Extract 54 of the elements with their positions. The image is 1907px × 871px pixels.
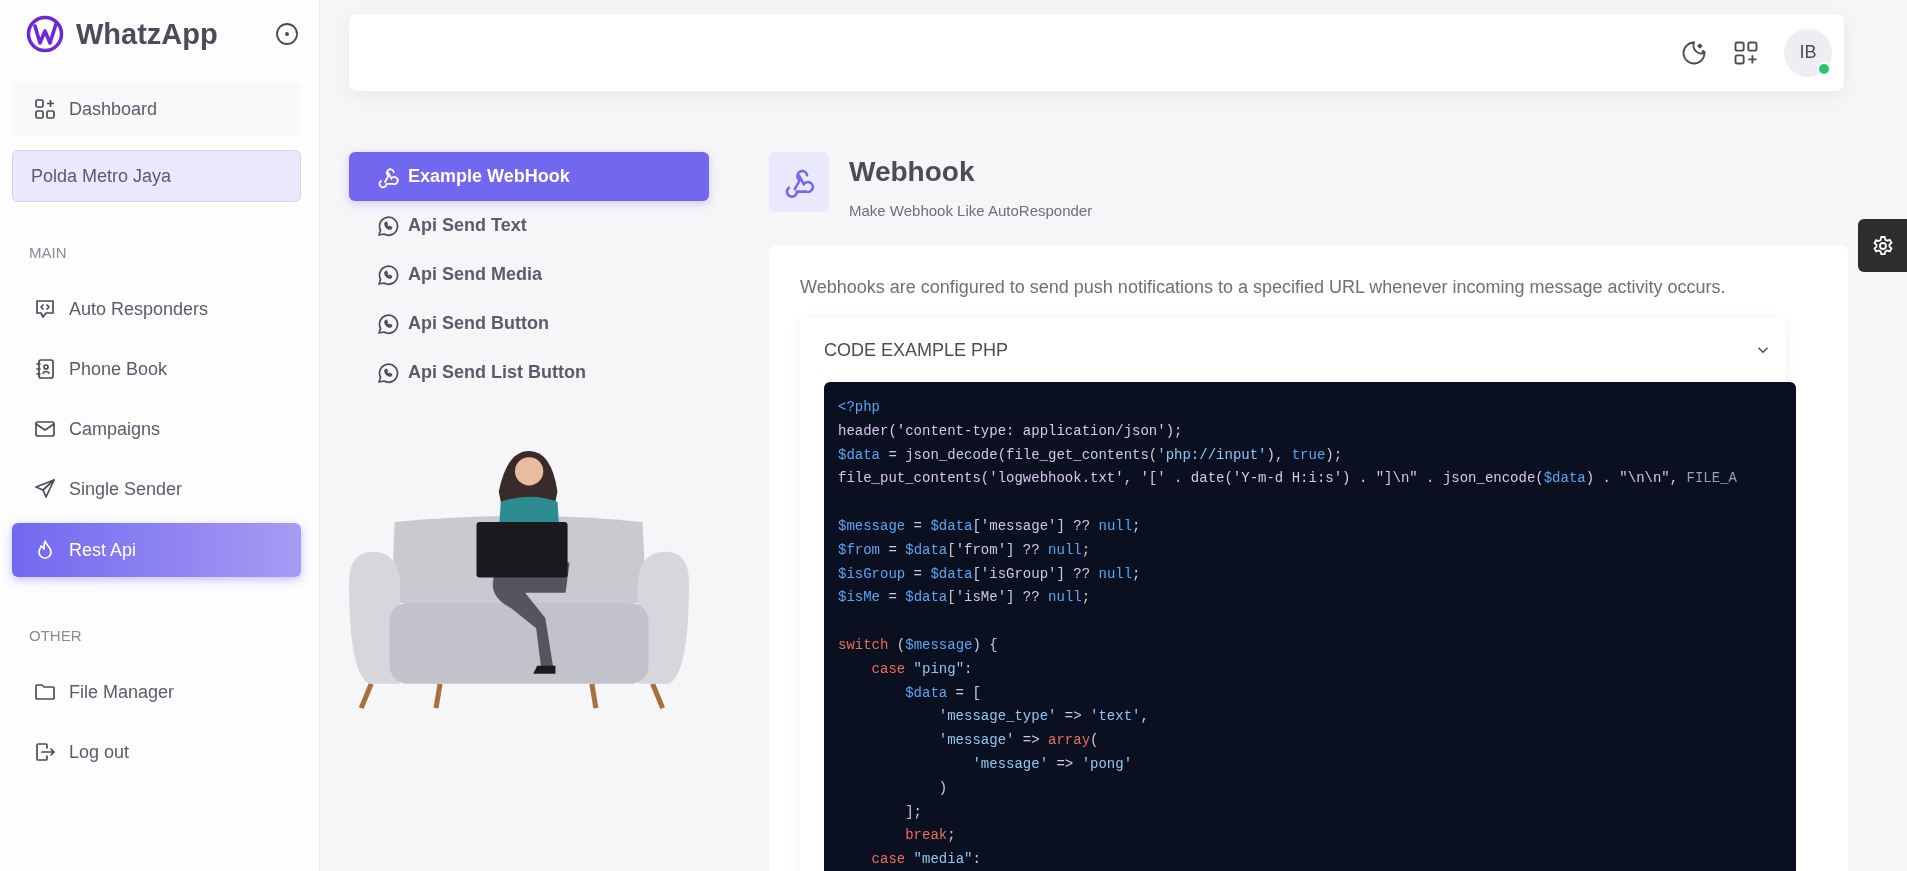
logout-icon bbox=[33, 740, 57, 764]
code-line: $message = $data['message'] ?? null; bbox=[838, 517, 1142, 536]
api-menu-item[interactable]: Api Send Button bbox=[349, 299, 709, 348]
description-text: Webhooks are configured to send push notifications to a specified URL whenever incoming message activity occurs. bbox=[800, 277, 1727, 298]
api-menu-item[interactable]: Api Send List Button bbox=[349, 348, 709, 397]
code-line: ) bbox=[937, 778, 949, 798]
api-menu-item[interactable]: Example WebHook bbox=[349, 152, 709, 201]
device-selector[interactable]: Polda Metro Jaya bbox=[12, 150, 301, 202]
api-menu-item[interactable]: Api Send Text bbox=[349, 201, 709, 250]
brand-name: WhatzApp bbox=[76, 17, 218, 51]
code-line: ]; bbox=[904, 802, 923, 822]
code-line: case "media": bbox=[870, 850, 982, 870]
sidebar-toggle-icon[interactable] bbox=[275, 22, 299, 46]
dashboard-link[interactable]: Dashboard bbox=[12, 82, 301, 136]
settings-button[interactable] bbox=[1858, 219, 1907, 272]
page-subtitle: Make Webhook Like AutoResponder bbox=[849, 202, 1093, 219]
chat-phone-icon bbox=[376, 311, 400, 336]
code-line: $isMe = $data['isMe'] ?? null; bbox=[838, 588, 1092, 608]
code-line: $isGroup = $data['isGroup'] ?? null; bbox=[838, 564, 1142, 584]
code-line: 'message_type' => 'text', bbox=[937, 707, 1150, 727]
paper-plane-icon bbox=[33, 477, 57, 501]
api-menu-item[interactable]: Api Send Media bbox=[349, 250, 709, 299]
code-line: $data = json_decode(file_get_contents('php://input'), true); bbox=[838, 445, 1344, 465]
code-line: header('content-type: application/json'); bbox=[838, 421, 1184, 441]
user-avatar[interactable]: IB bbox=[1784, 28, 1832, 77]
code-line: switch ($message) { bbox=[838, 635, 999, 655]
section-title: MAIN bbox=[28, 243, 68, 263]
accordion-header[interactable]: CODE EXAMPLE PHP bbox=[824, 318, 1786, 382]
sidebar-item[interactable]: Log out bbox=[12, 726, 301, 778]
code-line: $data = [ bbox=[904, 683, 982, 703]
sidebar-item[interactable]: File Manager bbox=[12, 666, 301, 718]
page-title: Webhook bbox=[849, 156, 976, 188]
sidebar-item[interactable]: Campaigns bbox=[12, 403, 301, 455]
logo-icon bbox=[26, 15, 64, 53]
chat-phone-icon bbox=[376, 360, 400, 385]
settings-icon bbox=[1870, 233, 1895, 258]
code-line: case "ping": bbox=[870, 659, 974, 679]
chat-phone-icon bbox=[376, 262, 400, 287]
sidebar-item[interactable]: Single Sender bbox=[12, 463, 301, 515]
code-line: file_put_contents('logwebhook.txt', '[' . date('Y-m-d H:i:s') . "]\n" . json_encode($data) . "\n\n", FILE_A bbox=[838, 469, 1738, 489]
code-line: break; bbox=[904, 826, 957, 846]
chat-code-icon bbox=[33, 297, 57, 321]
chat-phone-icon bbox=[376, 213, 400, 238]
code-line: <?php bbox=[838, 398, 881, 417]
webhook-icon bbox=[769, 152, 829, 212]
dashboard-icon bbox=[33, 97, 57, 121]
code-line: 'message' => 'pong' bbox=[971, 754, 1134, 774]
sidebar-item[interactable]: Rest Api bbox=[12, 523, 301, 577]
section-title: OTHER bbox=[28, 626, 83, 646]
code-line: $from = $data['from'] ?? null; bbox=[838, 540, 1092, 560]
code-line: 'message' => array( bbox=[937, 731, 1100, 751]
address-book-icon bbox=[33, 357, 57, 381]
sidebar-item[interactable]: Auto Responders bbox=[12, 283, 301, 335]
sidebar-item[interactable]: Phone Book bbox=[12, 343, 301, 395]
